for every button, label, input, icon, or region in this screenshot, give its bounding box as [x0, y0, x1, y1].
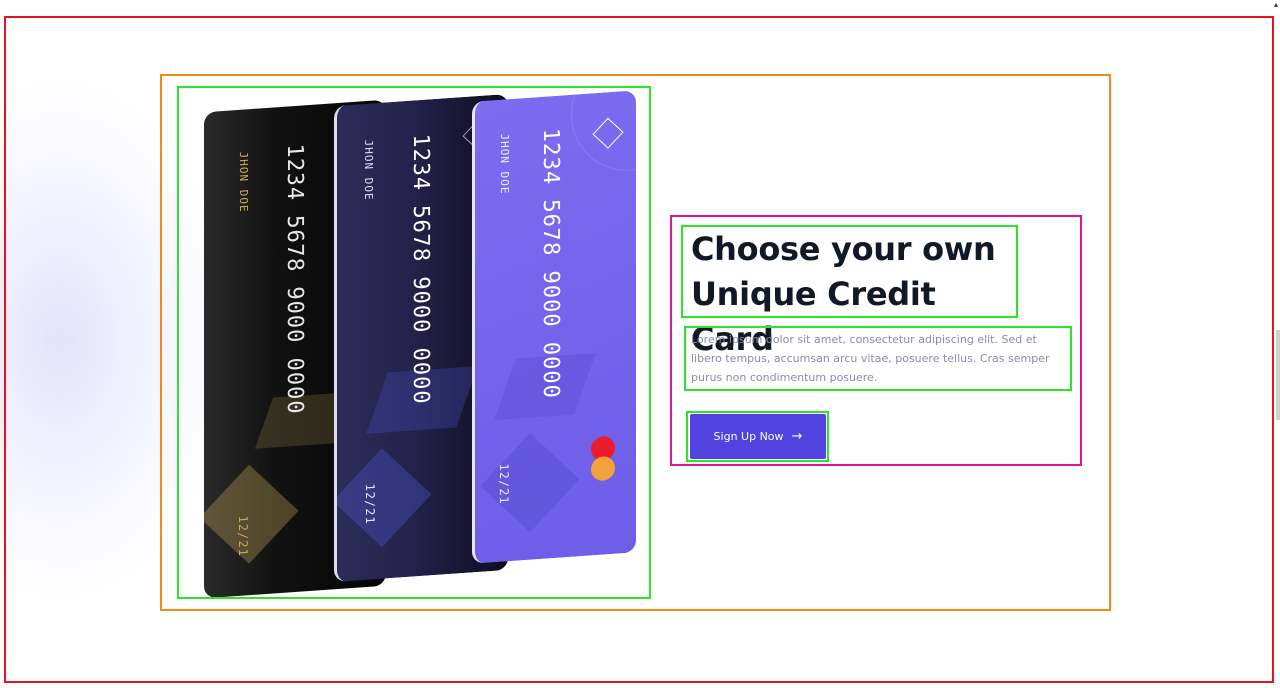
button-outline [686, 411, 829, 462]
scroll-up-icon[interactable]: ▴ [1274, 0, 1278, 9]
scrollbar-thumb[interactable] [1276, 330, 1280, 420]
page: 1234 5678 9000 0000 JHON DOE 12/21 1234 … [0, 0, 1280, 688]
paragraph-outline [684, 326, 1072, 391]
image-outline [177, 86, 651, 599]
heading-outline [681, 225, 1018, 318]
